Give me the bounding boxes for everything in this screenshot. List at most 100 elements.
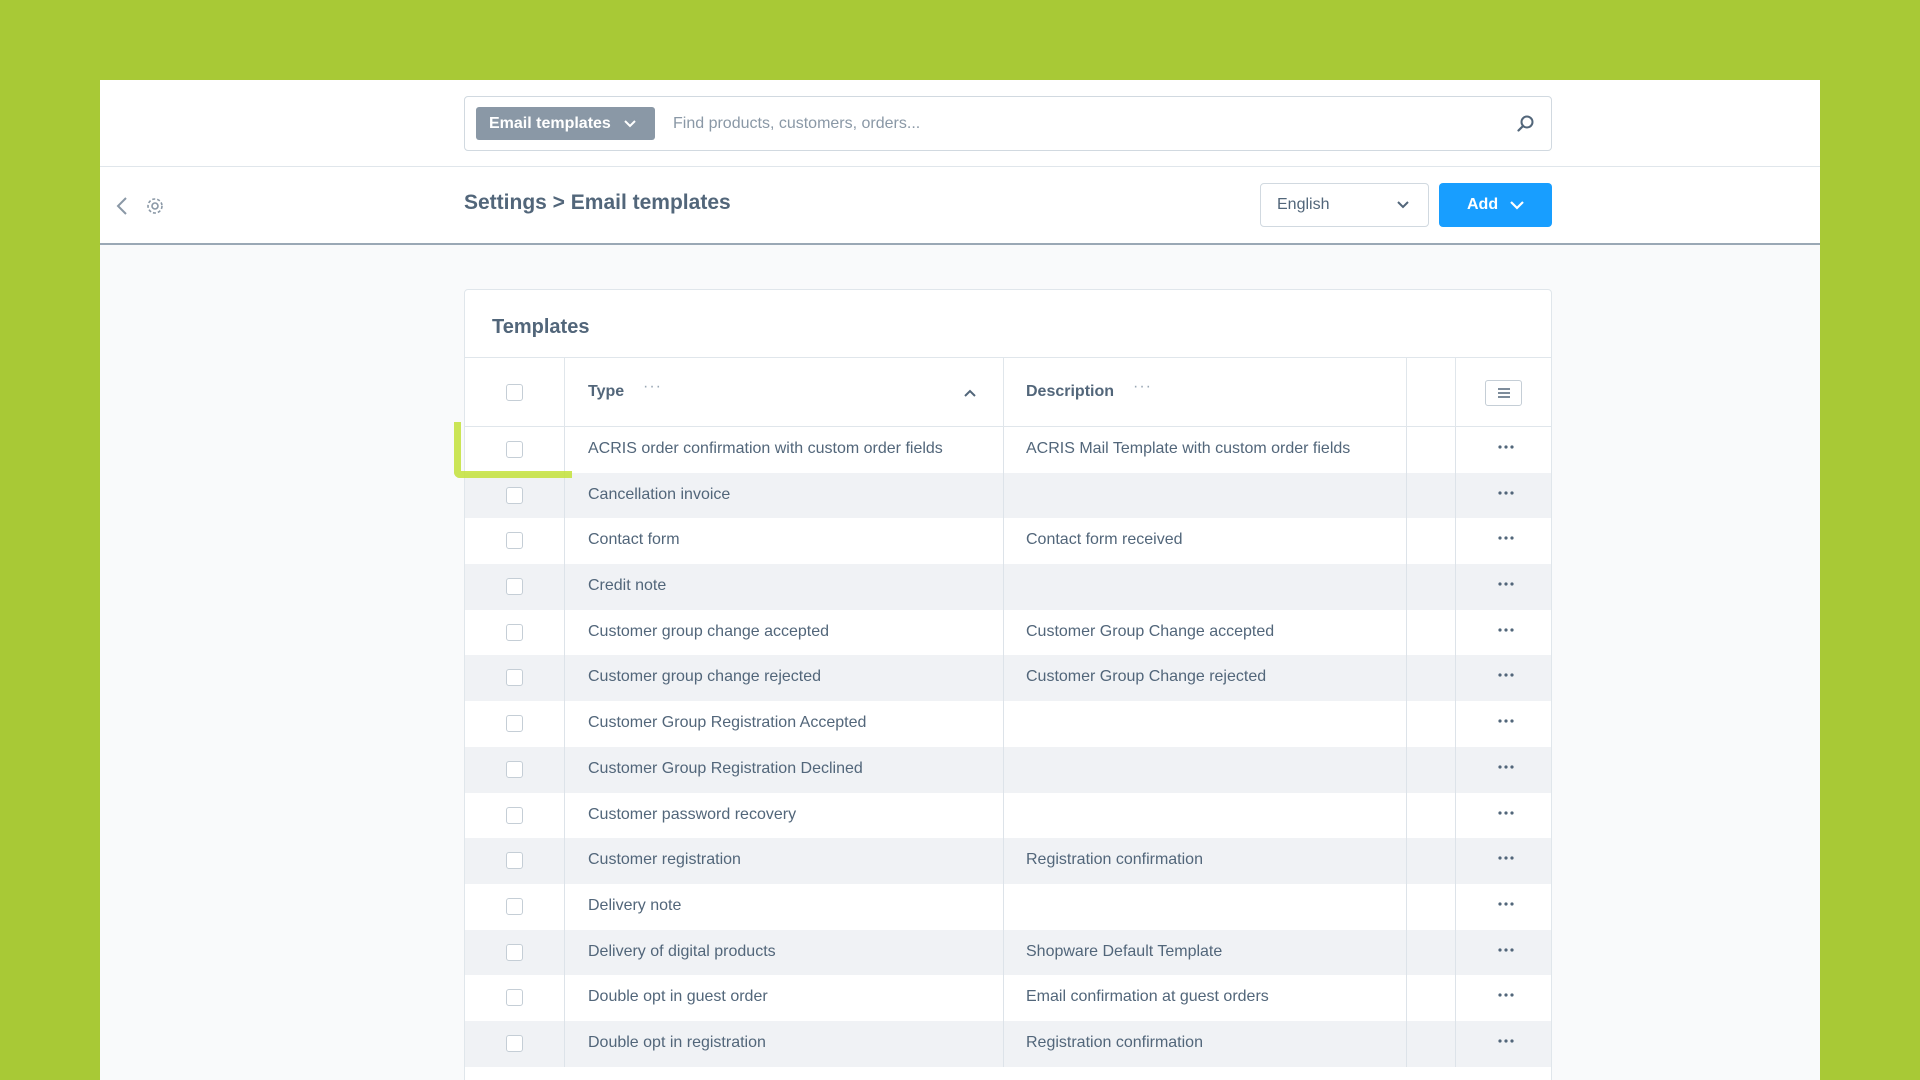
app-window: Email templates Settings > Email templat… xyxy=(100,80,1820,1080)
table-row[interactable]: Contact form Contact form received xyxy=(465,518,1551,565)
column-divider xyxy=(1455,975,1456,1021)
table-row[interactable]: Cancellation invoice xyxy=(465,472,1551,519)
row-checkbox[interactable] xyxy=(506,1034,523,1052)
cell-type[interactable]: ACRIS order confirmation with custom ord… xyxy=(588,440,943,458)
cell-type[interactable]: Customer Group Registration Accepted xyxy=(588,714,866,732)
add-button-label: Add xyxy=(1467,196,1499,213)
gear-icon[interactable] xyxy=(144,195,166,217)
ellipsis-icon[interactable] xyxy=(1496,803,1516,823)
cell-type[interactable]: Customer Group Registration Declined xyxy=(588,760,863,778)
cell-type[interactable]: Delivery of digital products xyxy=(588,943,776,961)
search-input[interactable] xyxy=(655,114,1501,133)
ellipsis-icon[interactable] xyxy=(1496,757,1516,777)
search-type-label: Email templates xyxy=(489,114,611,132)
column-divider xyxy=(1003,564,1004,610)
column-divider xyxy=(564,746,565,793)
add-button[interactable]: Add xyxy=(1439,183,1552,227)
chevron-up-icon[interactable] xyxy=(963,386,977,400)
row-checkbox[interactable] xyxy=(506,578,523,596)
cell-type[interactable]: Double opt in guest order xyxy=(588,988,768,1006)
column-header-type[interactable]: Type xyxy=(588,383,624,401)
list-icon xyxy=(1497,388,1510,398)
search-type-selector[interactable]: Email templates xyxy=(476,107,655,140)
ellipsis-icon[interactable] xyxy=(1496,940,1516,960)
templates-grid: Type ··· Description ··· ACRIS order con… xyxy=(465,357,1551,1067)
cell-type[interactable]: Cancellation invoice xyxy=(588,486,730,504)
column-divider xyxy=(1406,564,1407,610)
row-checkbox[interactable] xyxy=(506,623,523,641)
table-row[interactable]: Customer Group Registration Accepted xyxy=(465,701,1551,747)
ellipsis-icon[interactable] xyxy=(1496,620,1516,640)
table-row[interactable]: Delivery note xyxy=(465,883,1551,930)
ellipsis-icon[interactable] xyxy=(1496,437,1516,457)
row-checkbox[interactable] xyxy=(506,989,523,1007)
table-row[interactable]: Double opt in guest order Email confirmat… xyxy=(465,975,1551,1021)
cell-type[interactable]: Double opt in registration xyxy=(588,1034,766,1052)
row-checkbox[interactable] xyxy=(506,486,523,504)
column-divider xyxy=(1455,427,1456,473)
cell-type[interactable]: Customer registration xyxy=(588,851,741,869)
ellipsis-icon[interactable] xyxy=(1496,985,1516,1005)
column-divider xyxy=(1406,472,1407,519)
cell-type[interactable]: Contact form xyxy=(588,531,680,549)
table-row[interactable]: ACRIS order confirmation with custom ord… xyxy=(465,427,1551,473)
row-checkbox[interactable] xyxy=(506,532,523,550)
cell-type[interactable]: Credit note xyxy=(588,577,666,595)
search-icon[interactable] xyxy=(1501,96,1551,151)
ellipsis-icon[interactable] xyxy=(1496,1031,1516,1051)
language-select[interactable]: English xyxy=(1260,183,1429,227)
column-divider xyxy=(1003,655,1004,702)
column-divider xyxy=(564,929,565,976)
table-row[interactable]: Customer Group Registration Declined xyxy=(465,746,1551,793)
templates-card: Templates Type ··· Description ··· ACRIS xyxy=(464,289,1552,1080)
table-row[interactable]: Customer registration Registration confir… xyxy=(465,838,1551,884)
table-row[interactable]: Double opt in registration Registration c… xyxy=(465,1020,1551,1067)
ellipsis-icon[interactable] xyxy=(1496,848,1516,868)
column-divider xyxy=(564,358,565,426)
ellipsis-icon[interactable] xyxy=(1496,665,1516,685)
cell-type[interactable]: Customer group change accepted xyxy=(588,623,829,641)
row-checkbox[interactable] xyxy=(506,715,523,733)
global-search: Email templates xyxy=(464,96,1552,151)
column-divider xyxy=(564,975,565,1021)
row-checkbox[interactable] xyxy=(506,943,523,961)
select-all-checkbox[interactable] xyxy=(506,384,523,401)
table-row[interactable]: Credit note xyxy=(465,564,1551,610)
column-divider xyxy=(1455,792,1456,839)
cell-description: Shopware Default Template xyxy=(1026,942,1223,960)
table-row[interactable]: Customer group change rejected Customer G… xyxy=(465,655,1551,702)
table-row[interactable]: Customer group change accepted Customer G… xyxy=(465,609,1551,656)
cell-type[interactable]: Delivery note xyxy=(588,897,681,915)
grid-settings-button[interactable] xyxy=(1485,380,1522,406)
column-divider xyxy=(1003,1020,1004,1067)
table-row[interactable]: Customer password recovery xyxy=(465,792,1551,839)
row-checkbox[interactable] xyxy=(506,760,523,778)
ellipsis-icon[interactable] xyxy=(1496,894,1516,914)
chevron-down-icon xyxy=(1396,198,1410,212)
column-menu-description[interactable]: ··· xyxy=(1133,378,1152,396)
page-header: Settings > Email templates English Add xyxy=(100,167,1820,245)
table-row[interactable]: Delivery of digital products Shopware Def… xyxy=(465,929,1551,976)
column-divider xyxy=(1406,609,1407,656)
chevron-down-icon xyxy=(623,117,637,131)
cell-type[interactable]: Customer password recovery xyxy=(588,806,796,824)
cell-type[interactable]: Customer group change rejected xyxy=(588,668,821,686)
page-title: Settings > Email templates xyxy=(464,191,731,214)
column-divider xyxy=(1455,701,1456,747)
ellipsis-icon[interactable] xyxy=(1496,483,1516,503)
column-divider xyxy=(564,883,565,930)
column-divider xyxy=(564,838,565,884)
column-menu-type[interactable]: ··· xyxy=(643,378,662,396)
row-checkbox[interactable] xyxy=(506,669,523,687)
column-header-description[interactable]: Description xyxy=(1026,383,1114,401)
row-checkbox[interactable] xyxy=(506,897,523,915)
row-checkbox[interactable] xyxy=(506,852,523,870)
ellipsis-icon[interactable] xyxy=(1496,528,1516,548)
ellipsis-icon[interactable] xyxy=(1496,711,1516,731)
chevron-left-icon[interactable] xyxy=(112,193,132,219)
row-checkbox[interactable] xyxy=(506,806,523,824)
column-divider xyxy=(1003,472,1004,519)
ellipsis-icon[interactable] xyxy=(1496,574,1516,594)
card-title: Templates xyxy=(492,316,590,338)
column-divider xyxy=(1406,1020,1407,1067)
